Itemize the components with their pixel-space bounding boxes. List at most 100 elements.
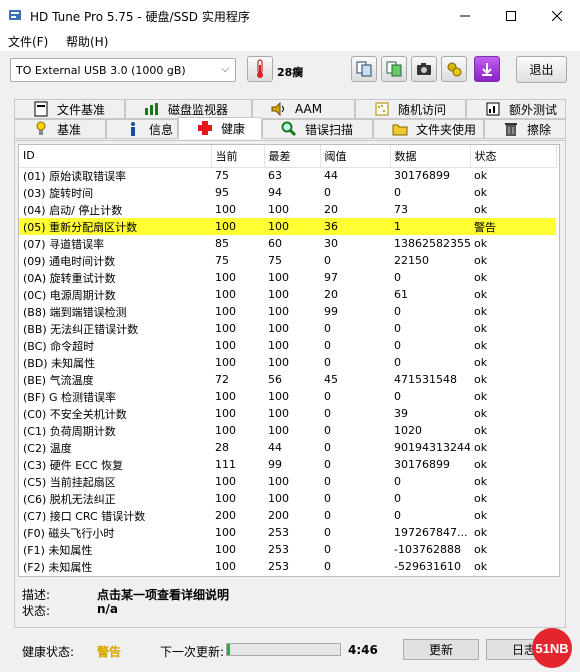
tab-error-scan[interactable]: 错误扫描 (262, 119, 373, 139)
table-cell: (BC) 命令超时 (23, 339, 95, 353)
table-cell: (C3) 硬件 ECC 恢复 (23, 458, 124, 472)
options-button[interactable] (441, 56, 467, 82)
table-cell: 0 (394, 475, 401, 488)
table-cell: 20 (324, 288, 338, 301)
exit-button[interactable]: 退出 (516, 56, 567, 83)
table-row[interactable]: (0A) 旋转重试计数 100 100 97 0 ok (19, 269, 556, 286)
benchmark-icon (33, 121, 49, 137)
table-row[interactable]: (C5) 当前挂起扇区 100 100 0 0 ok (19, 473, 556, 490)
column-header[interactable]: 数据 (390, 145, 471, 168)
table-row[interactable]: (BF) G 检测错误率 100 100 0 0 ok (19, 388, 556, 405)
magnifier-icon (281, 121, 297, 137)
tab-folder-usage[interactable]: 文件夹使用 (373, 119, 484, 139)
column-header[interactable]: ID (19, 145, 212, 168)
tab-aam[interactable]: AAM (252, 99, 355, 119)
tab-health[interactable]: 健康 (178, 117, 262, 139)
download-button[interactable] (474, 56, 500, 82)
table-cell: 56 (268, 373, 282, 386)
table-row[interactable]: (F0) 磁头飞行小时 100 253 0 197267847... ok (19, 524, 556, 541)
menu-file[interactable]: 文件(F) (8, 33, 48, 50)
minimize-button[interactable] (442, 0, 488, 31)
tab-erase[interactable]: 擦除 (484, 119, 566, 139)
table-cell: 0 (394, 339, 401, 352)
table-row[interactable]: (F2) 未知属性 100 253 0 -529631610 ok (19, 558, 556, 575)
column-header[interactable]: 最差 (264, 145, 321, 168)
table-cell: ok (474, 407, 488, 420)
tab-disk-monitor[interactable]: 磁盘监视器 (125, 99, 252, 119)
table-cell: ok (474, 203, 488, 216)
table-cell: 100 (215, 407, 236, 420)
table-cell: 100 (268, 305, 289, 318)
table-row[interactable]: (C3) 硬件 ECC 恢复 111 99 0 30176899 ok (19, 456, 556, 473)
drive-select[interactable]: TO External USB 3.0 (1000 gB) ⌵ (10, 58, 236, 82)
copy-icon (356, 61, 372, 77)
table-row[interactable]: (BD) 未知属性 100 100 0 0 ok (19, 354, 556, 371)
tab-label: 文件基准 (57, 102, 106, 117)
table-cell: ok (474, 356, 488, 369)
table-row[interactable]: (C6) 脱机无法纠正 100 100 0 0 ok (19, 490, 556, 507)
table-cell: 39 (394, 407, 408, 420)
update-button[interactable]: 更新 (403, 639, 479, 660)
table-cell: 0 (324, 356, 331, 369)
tab-random-access[interactable]: 随机访问 (355, 99, 466, 119)
smart-table-container[interactable]: ID 当前 最差 阈值 数据 状态 (01) 原始读取错误率 75 63 44 30176899 o… (18, 144, 560, 577)
table-row[interactable]: (09) 通电时间计数 75 75 0 22150 ok (19, 252, 556, 269)
table-row[interactable]: (03) 旋转时间 95 94 0 0 ok (19, 184, 556, 201)
next-update-label: 下一次更新: (160, 645, 225, 659)
table-cell: 30176899 (394, 458, 450, 471)
table-row[interactable]: (C7) 接口 CRC 错误计数 200 200 0 0 ok (19, 507, 556, 524)
screenshot-button[interactable] (411, 56, 437, 82)
menu-help[interactable]: 帮助(H) (66, 33, 108, 50)
table-cell: ok (474, 288, 488, 301)
table-row[interactable]: (0C) 电源周期计数 100 100 20 61 ok (19, 286, 556, 303)
table-row[interactable]: (04) 启动/ 停止计数 100 100 20 73 ok (19, 201, 556, 218)
table-cell: 253 (268, 526, 289, 539)
temperature-button[interactable] (247, 56, 273, 82)
column-header[interactable]: 阈值 (320, 145, 391, 168)
table-cell: ok (474, 237, 488, 250)
tab-info[interactable]: 信息 (106, 119, 178, 139)
table-row[interactable]: (BB) 无法纠正错误计数 100 100 0 0 ok (19, 320, 556, 337)
table-row[interactable]: (05) 重新分配扇区计数 100 100 36 1 警告 (19, 218, 556, 235)
table-cell: (0A) 旋转重试计数 (23, 271, 116, 285)
table-row[interactable]: (01) 原始读取错误率 75 63 44 30176899 ok (19, 167, 556, 184)
table-row[interactable]: (BC) 命令超时 100 100 0 0 ok (19, 337, 556, 354)
table-cell: ok (474, 254, 488, 267)
table-cell: 100 (215, 305, 236, 318)
table-cell: (C5) 当前挂起扇区 (23, 475, 116, 489)
table-row[interactable]: (C0) 不安全关机计数 100 100 0 39 ok (19, 405, 556, 422)
table-row[interactable]: (B8) 端到端错误检测 100 100 99 0 ok (19, 303, 556, 320)
table-cell: (04) 启动/ 停止计数 (23, 203, 123, 217)
table-row[interactable]: (C2) 温度 28 44 0 90194313244 ok (19, 439, 556, 456)
health-status-value: 警告 (97, 645, 122, 659)
tab-file-benchmark[interactable]: 文件基准 (14, 99, 125, 119)
table-cell: 75 (215, 254, 229, 267)
table-cell: 85 (215, 237, 229, 250)
table-row[interactable]: (F1) 未知属性 100 253 0 -103762888 ok (19, 541, 556, 558)
watermark-logo: 51NB (532, 628, 572, 668)
table-row[interactable]: (07) 寻道错误率 85 60 30 13862582355 ok (19, 235, 556, 252)
menu-bar: 文件(F) 帮助(H) (0, 31, 580, 51)
drive-select-value: TO External USB 3.0 (1000 gB) (16, 64, 186, 77)
maximize-button[interactable] (488, 0, 534, 31)
tab-extra-tests[interactable]: 额外测试 (466, 99, 566, 119)
save-info-button[interactable] (381, 56, 407, 82)
table-cell: 100 (215, 543, 236, 556)
table-cell: 60 (268, 237, 282, 250)
table-cell: 1 (390, 218, 470, 235)
close-button[interactable] (534, 0, 580, 31)
column-header[interactable]: 当前 (211, 145, 265, 168)
minimize-icon (460, 15, 470, 16)
table-cell: 0 (324, 509, 331, 522)
table-cell: 0 (394, 322, 401, 335)
tab-benchmark[interactable]: 基准 (14, 119, 106, 139)
table-cell: 100 (268, 407, 289, 420)
table-cell: (03) 旋转时间 (23, 186, 94, 200)
table-cell: 30176899 (394, 169, 450, 183)
column-header[interactable]: 状态 (470, 145, 557, 168)
table-cell: ok (474, 305, 488, 318)
table-cell: (05) 重新分配扇区计数 (19, 218, 211, 235)
copy-info-button[interactable] (351, 56, 377, 82)
table-row[interactable]: (C1) 负荷周期计数 100 100 0 1020 ok (19, 422, 556, 439)
table-row[interactable]: (BE) 气流温度 72 56 45 471531548 ok (19, 371, 556, 388)
